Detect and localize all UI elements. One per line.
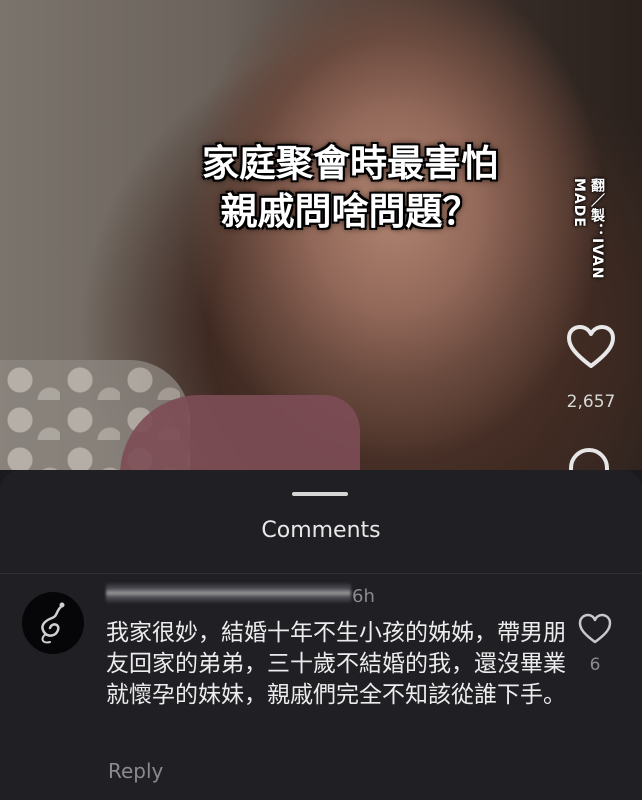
comment-username-redacted[interactable]: redacted [106, 583, 351, 603]
caption-line-2: 親戚問啥問題？ [220, 190, 480, 233]
video-caption: 家庭聚會時最害怕 親戚問啥問題？ [150, 140, 550, 236]
credit-watermark: 翻／製：IVAN MADE [571, 178, 605, 280]
comments-sheet: Comments redacted 6h 我家很妙，結婚十年不生小孩的姊姊，帶男… [0, 470, 642, 800]
comment-heart-icon[interactable] [577, 612, 613, 646]
circle-icon[interactable] [569, 448, 609, 470]
avatar[interactable] [22, 592, 84, 654]
snake-avatar-icon [41, 602, 65, 644]
sheet-grabber-handle[interactable] [292, 492, 348, 496]
video-player[interactable]: 家庭聚會時最害怕 親戚問啥問題？ 翻／製：IVAN MADE 2,657 [0, 0, 642, 470]
caption-line-1: 家庭聚會時最害怕 [202, 142, 498, 185]
divider [0, 573, 642, 574]
like-count: 2,657 [566, 392, 616, 412]
comment-like-count: 6 [589, 655, 601, 675]
heart-icon[interactable] [565, 322, 617, 374]
comment-timestamp: 6h [352, 586, 375, 607]
comments-title: Comments [261, 518, 381, 543]
reply-button[interactable]: Reply [108, 759, 163, 783]
comment-text: 我家很妙，結婚十年不生小孩的姊姊，帶男朋友回家的弟弟，三十歲不結婚的我，還沒畢業… [106, 620, 566, 708]
